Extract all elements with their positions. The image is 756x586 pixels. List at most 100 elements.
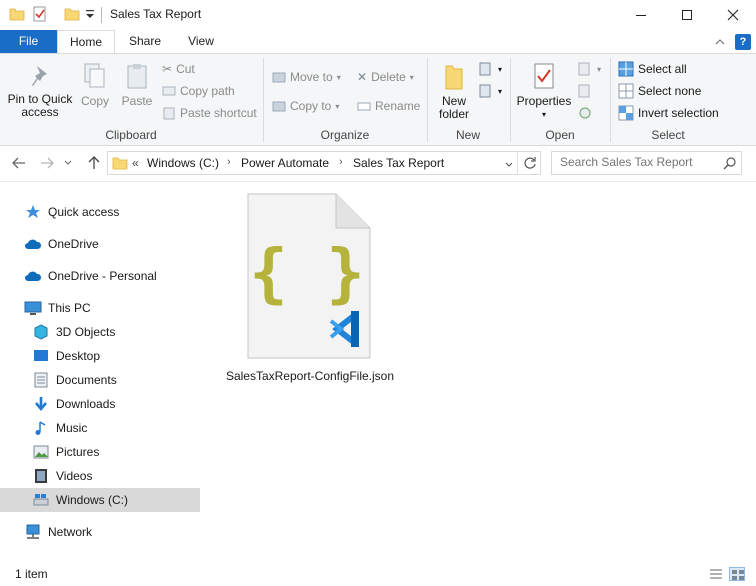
up-button[interactable] — [85, 154, 103, 172]
search-box — [551, 151, 742, 175]
address-dropdown-icon[interactable] — [505, 157, 513, 171]
copy-path-button[interactable]: Copy path — [162, 82, 235, 100]
delete-label: Delete — [371, 70, 406, 84]
tab-home[interactable]: Home — [57, 30, 115, 54]
invert-selection-icon — [618, 105, 634, 121]
group-divider — [427, 58, 428, 142]
nav-item-onedrive[interactable]: OneDrive — [24, 232, 99, 256]
cube-icon — [32, 324, 50, 340]
nav-item-3d-objects[interactable]: 3D Objects — [32, 320, 115, 344]
properties-checkmark-icon[interactable] — [32, 6, 48, 24]
history-button[interactable] — [577, 104, 593, 122]
paste-button[interactable]: Paste — [118, 62, 156, 108]
cut-label: Cut — [176, 62, 195, 76]
easy-access-button[interactable]: ▾ — [478, 82, 502, 100]
file-name: SalesTaxReport-ConfigFile.json — [225, 369, 395, 383]
edit-button[interactable] — [577, 82, 593, 100]
nav-item-quick-access[interactable]: Quick access — [24, 200, 119, 224]
move-to-button[interactable]: Move to ▾ — [272, 68, 341, 86]
properties-label: Properties — [516, 94, 572, 108]
select-none-button[interactable]: Select none — [618, 82, 701, 100]
picture-icon — [32, 444, 50, 460]
select-none-icon — [618, 83, 634, 99]
breadcrumb-windows-c[interactable]: Windows (C:) — [147, 156, 219, 170]
nav-label: Desktop — [56, 349, 101, 363]
group-divider — [610, 58, 611, 142]
nav-item-network[interactable]: Network — [24, 520, 92, 544]
folder-icon — [112, 155, 128, 174]
copy-button[interactable]: Copy — [77, 62, 113, 108]
details-view-icon[interactable] — [709, 568, 723, 583]
close-button[interactable] — [710, 0, 756, 30]
recent-locations-button[interactable] — [62, 154, 74, 172]
nav-item-videos[interactable]: Videos — [32, 464, 92, 488]
nav-label: OneDrive - Personal — [48, 269, 157, 283]
pin-to-quick-access-button[interactable]: Pin to Quick access — [4, 64, 76, 119]
chevron-down-icon — [64, 160, 72, 165]
customize-toolbar-dropdown-icon[interactable] — [85, 7, 95, 25]
nav-item-pictures[interactable]: Pictures — [32, 440, 99, 464]
select-all-button[interactable]: Select all — [618, 60, 687, 78]
tab-file[interactable]: File — [0, 30, 57, 53]
paste-shortcut-label: Paste shortcut — [180, 106, 257, 120]
collapse-ribbon-icon[interactable] — [712, 34, 728, 50]
nav-item-desktop[interactable]: Desktop — [32, 344, 100, 368]
history-icon — [579, 107, 591, 119]
copy-to-button[interactable]: Copy to ▾ — [272, 97, 339, 115]
group-divider — [510, 58, 511, 142]
paste-shortcut-button[interactable]: Paste shortcut — [162, 104, 257, 122]
nav-item-downloads[interactable]: Downloads — [32, 392, 115, 416]
nav-item-onedrive-personal[interactable]: OneDrive - Personal — [24, 264, 157, 288]
nav-label: Pictures — [56, 445, 100, 459]
pin-label: Pin to Quick access — [7, 92, 73, 119]
nav-item-windows-c[interactable]: Windows (C:) — [0, 488, 200, 512]
breadcrumb-separator-icon[interactable]: › — [339, 156, 343, 168]
move-to-label: Move to — [290, 70, 333, 84]
minimize-button[interactable] — [618, 0, 664, 30]
tab-view[interactable]: View — [176, 30, 226, 53]
cut-button[interactable]: ✂ Cut — [162, 60, 195, 78]
breadcrumb-sales-tax-report[interactable]: Sales Tax Report — [353, 156, 444, 170]
copy-path-label: Copy path — [180, 84, 235, 98]
large-icons-view-icon[interactable] — [729, 567, 745, 581]
back-button[interactable] — [10, 154, 28, 172]
nav-item-music[interactable]: Music — [32, 416, 87, 440]
pin-icon — [32, 66, 47, 86]
delete-button[interactable]: ✕ Delete ▾ — [357, 68, 414, 86]
maximize-button[interactable] — [664, 0, 710, 30]
new-item-button[interactable]: ▾ — [478, 60, 502, 78]
tab-share[interactable]: Share — [118, 30, 172, 53]
nav-item-documents[interactable]: Documents — [32, 368, 117, 392]
address-bar[interactable]: « Windows (C:) › Power Automate › Sales … — [107, 151, 541, 175]
document-icon — [32, 372, 50, 388]
paste-icon — [127, 64, 147, 89]
properties-button[interactable]: Properties ▾ — [516, 62, 572, 121]
breadcrumb-overflow[interactable]: « — [132, 156, 139, 170]
close-icon — [727, 9, 739, 21]
new-group-label: New — [455, 128, 480, 142]
rename-button[interactable]: Rename — [357, 97, 420, 115]
help-icon[interactable]: ? — [735, 34, 751, 50]
nav-item-this-pc[interactable]: This PC — [24, 296, 91, 320]
address-divider — [517, 152, 518, 174]
invert-selection-button[interactable]: Invert selection — [618, 104, 719, 122]
nav-label: Downloads — [56, 397, 116, 411]
open-button[interactable]: ▾ — [577, 60, 601, 78]
back-arrow-icon — [12, 157, 25, 169]
search-input[interactable] — [560, 155, 715, 169]
refresh-icon[interactable] — [523, 156, 537, 173]
breadcrumb-separator-icon[interactable]: › — [227, 156, 231, 168]
search-icon[interactable] — [723, 156, 737, 173]
properties-icon — [534, 63, 554, 89]
copy-icon — [84, 63, 105, 88]
delete-x-icon: ✕ — [357, 70, 368, 84]
rename-icon — [357, 102, 371, 111]
item-count: 1 item — [15, 567, 48, 581]
new-folder-button[interactable]: New folder — [434, 62, 474, 121]
music-note-icon — [32, 420, 50, 436]
new-folder-icon[interactable] — [64, 6, 80, 24]
forward-button[interactable] — [38, 154, 56, 172]
rename-label: Rename — [375, 99, 421, 113]
breadcrumb-power-automate[interactable]: Power Automate — [241, 156, 329, 170]
film-icon — [32, 468, 50, 484]
